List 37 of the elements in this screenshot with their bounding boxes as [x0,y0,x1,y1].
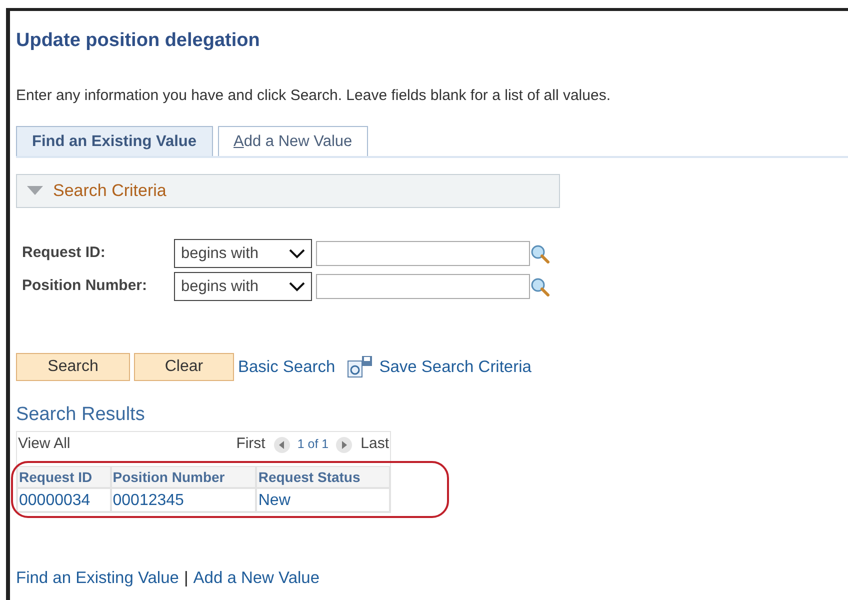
column-header[interactable]: Position Number [110,466,256,488]
view-all-link[interactable]: View All [18,433,70,456]
page-title: Update position delegation [16,29,261,53]
table-cell-link[interactable]: 00012345 [110,488,256,512]
operator-dropdown[interactable]: begins with [174,239,312,268]
value-field[interactable] [316,241,530,266]
save-search-icon[interactable] [347,355,374,379]
clear-button[interactable]: Clear [134,353,234,381]
value-field[interactable] [316,274,530,299]
previous-icon[interactable] [273,436,292,454]
basic-search-link[interactable]: Basic Search [238,354,336,380]
search-button[interactable]: Search [16,353,130,381]
next-icon[interactable] [334,436,353,454]
instructions-text: Enter any information you have and click Search. Leave fields blank for a list of all values. [16,86,612,106]
tab[interactable]: Add a New Value [218,126,368,156]
link-separator: | [184,568,188,588]
search-criteria-header[interactable]: Search Criteria [16,174,560,208]
column-header[interactable]: Request Status [256,466,390,488]
tab[interactable]: Find an Existing Value [16,126,213,156]
lookup-icon[interactable] [530,244,550,264]
add-new-value-link[interactable]: Add a New Value [193,566,320,590]
chevron-down-icon [289,282,305,292]
first-label: First [236,434,266,454]
column-header[interactable]: Request ID [17,466,111,488]
page-count: 1 of 1 [297,436,329,454]
search-results-title: Search Results [16,403,146,427]
save-search-criteria-link[interactable]: Save Search Criteria [379,354,532,380]
table-cell-link[interactable]: New [256,488,390,512]
find-existing-value-link[interactable]: Find an Existing Value [16,566,179,590]
operator-dropdown[interactable]: begins with [174,272,312,301]
lookup-icon[interactable] [530,276,550,296]
collapse-triangle-icon [27,186,43,196]
last-label: Last [360,434,389,454]
field-label: Position Number: [22,276,148,296]
chevron-down-icon [289,248,305,258]
table-cell-link[interactable]: 00000034 [17,488,111,512]
field-label: Request ID: [22,243,106,264]
